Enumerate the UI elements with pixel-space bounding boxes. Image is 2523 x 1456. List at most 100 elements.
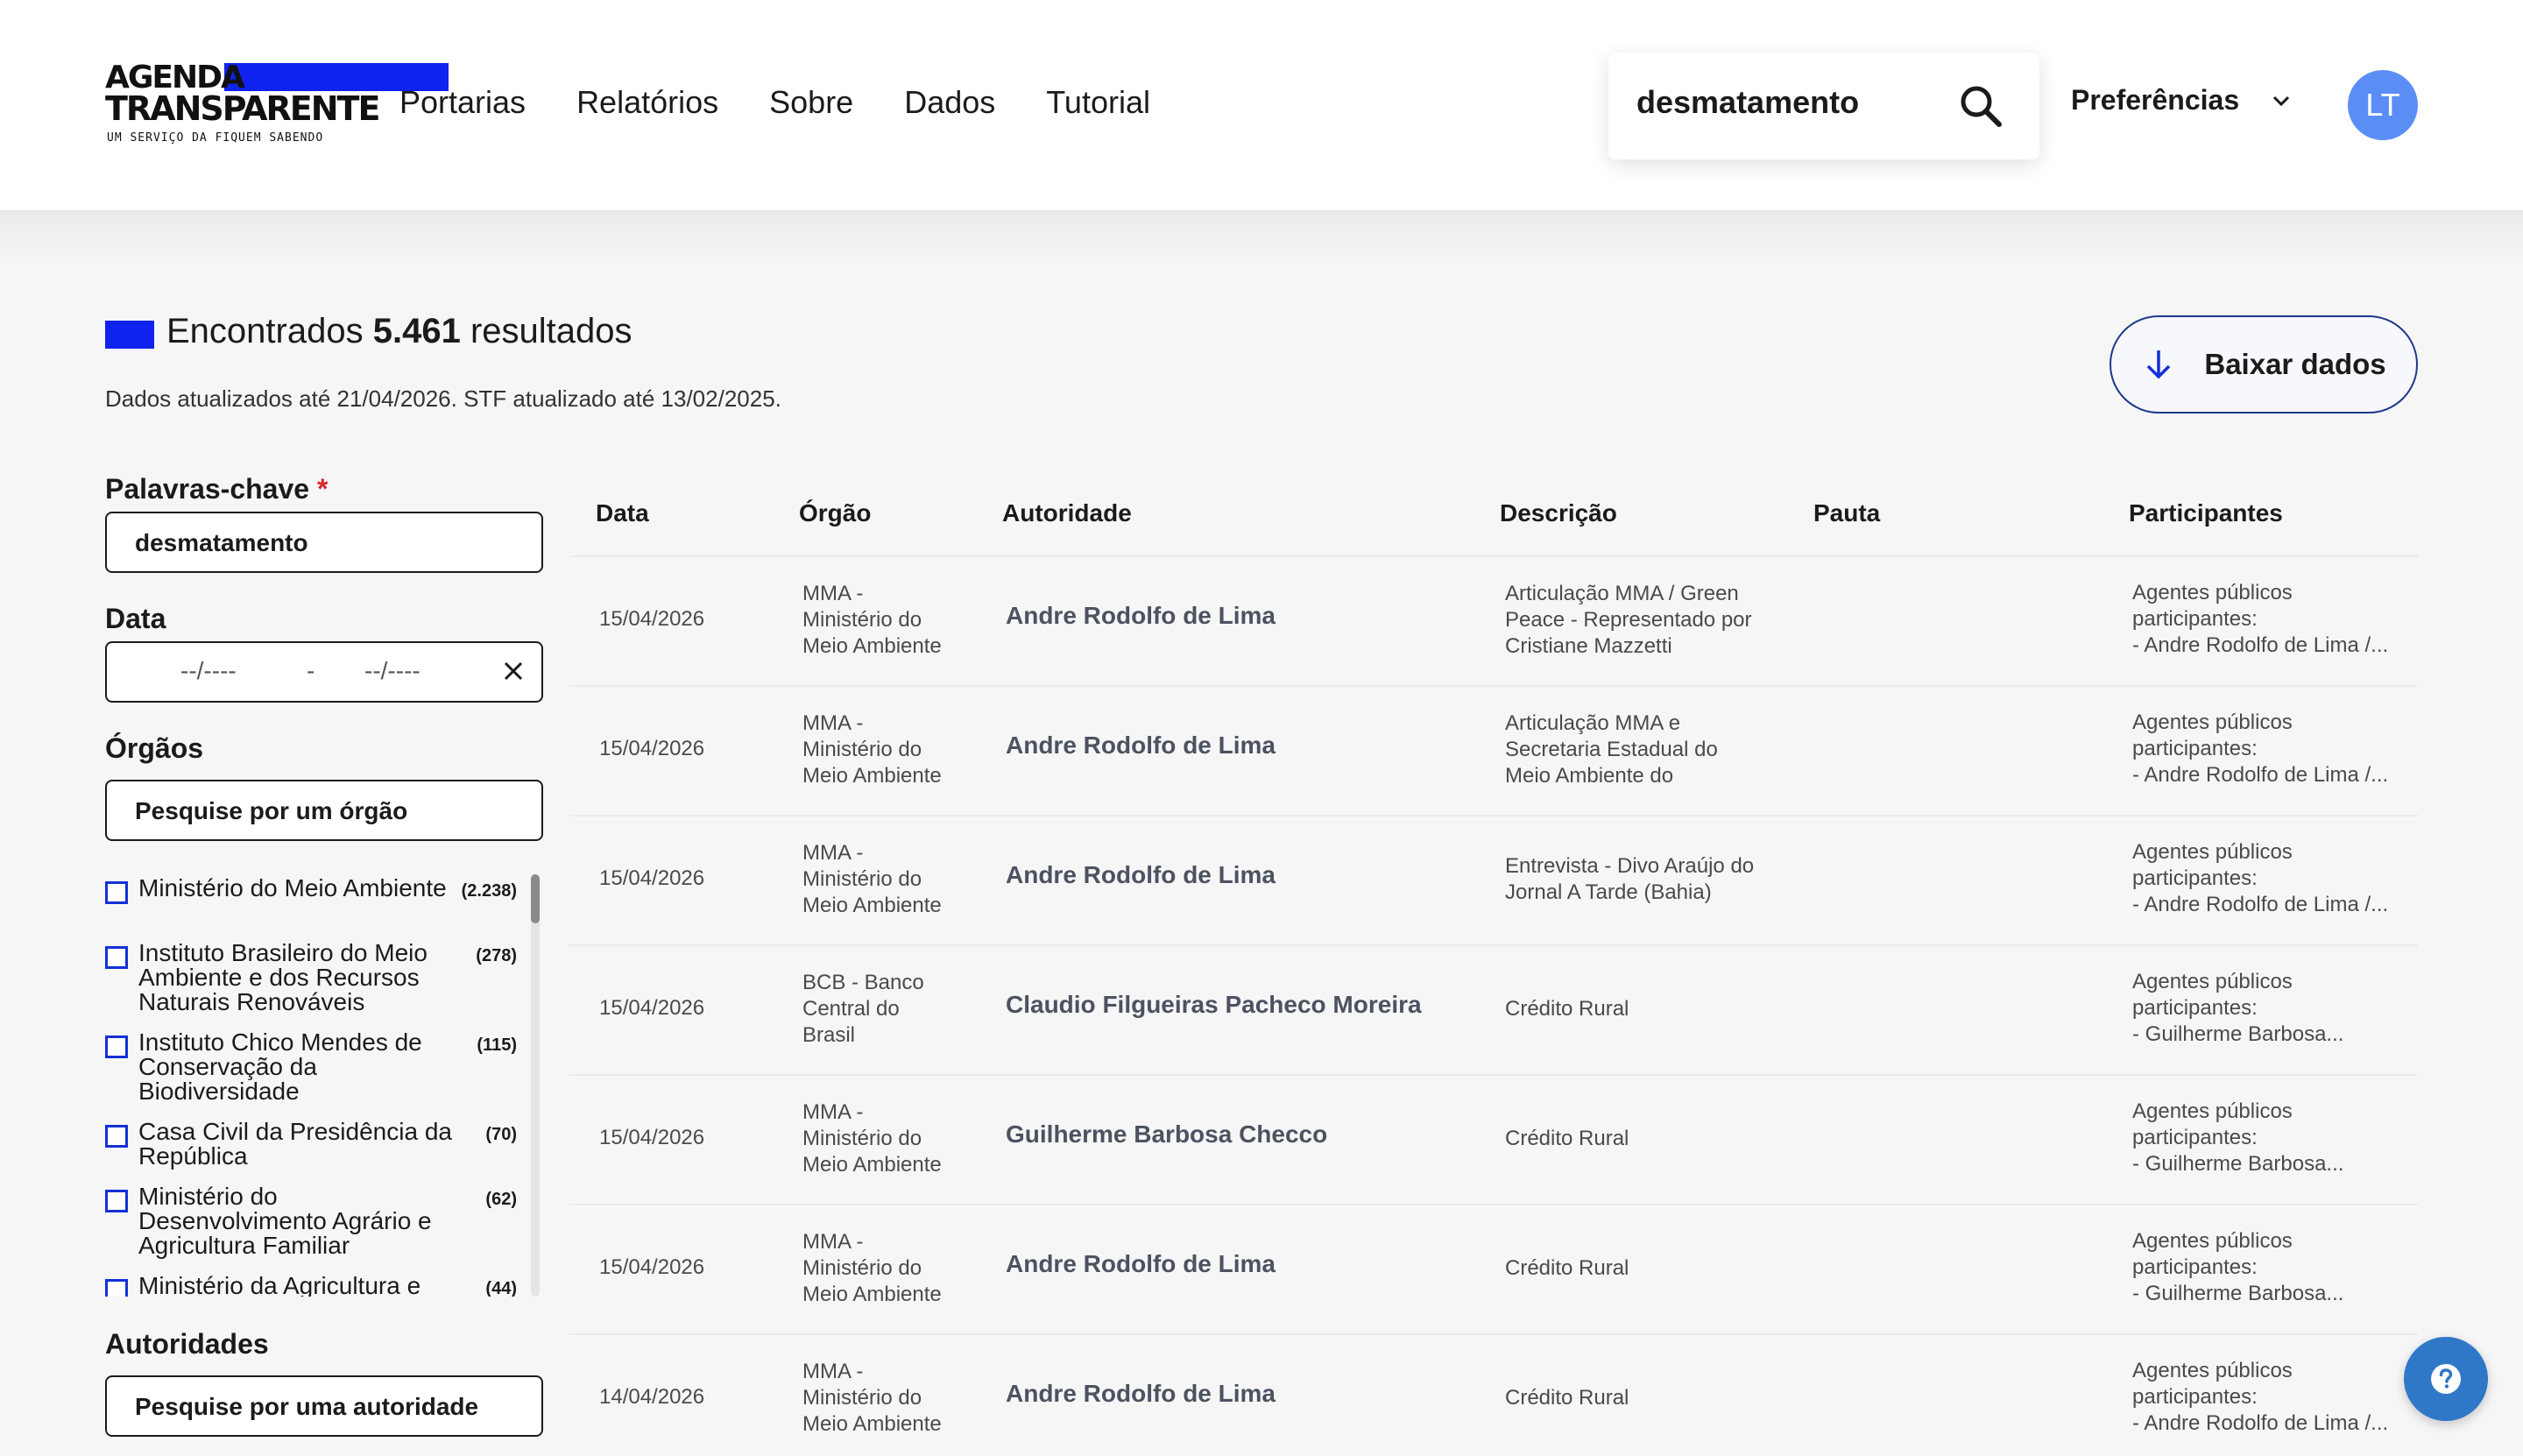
- col-header-description[interactable]: Descrição: [1500, 499, 1617, 527]
- logo-tagline: UM SERVIÇO DA FIQUEM SABENDO: [107, 131, 324, 145]
- cell-authority[interactable]: Andre Rodolfo de Lima: [1006, 1381, 1276, 1407]
- org-option-count: (62): [485, 1190, 517, 1209]
- cell-date: 15/04/2026: [599, 866, 705, 890]
- download-data-button[interactable]: Baixar dados: [2110, 315, 2418, 413]
- cell-participants-line: Agentes públicos: [2132, 1229, 2293, 1253]
- preferences-menu[interactable]: Preferências: [2071, 84, 2292, 117]
- nav-dados[interactable]: Dados: [904, 81, 995, 124]
- checkbox[interactable]: [105, 1125, 128, 1148]
- cell-description-line: Entrevista - Divo Araújo do: [1505, 854, 1755, 878]
- keywords-input[interactable]: desmatamento: [135, 529, 308, 557]
- org-option-count: (70): [485, 1125, 517, 1144]
- keywords-label: Palavras-chave *: [105, 473, 328, 505]
- table-row[interactable]: 15/04/2026 MMA - Ministério do Meio Ambient…: [569, 1074, 2418, 1204]
- date-label: Data: [105, 603, 166, 634]
- date-end-input[interactable]: --/----: [364, 657, 420, 685]
- checkbox[interactable]: [105, 1035, 128, 1058]
- authorities-search-input[interactable]: Pesquise por uma autoridade: [135, 1393, 478, 1421]
- keywords-field[interactable]: desmatamento: [105, 512, 543, 573]
- cell-org-line: Brasil: [802, 1023, 856, 1047]
- cell-authority[interactable]: Andre Rodolfo de Lima: [1006, 1251, 1276, 1277]
- col-header-org[interactable]: Órgão: [799, 499, 871, 527]
- nav-portarias[interactable]: Portarias: [399, 81, 526, 124]
- download-label: Baixar dados: [2204, 348, 2386, 380]
- cell-org-line: MMA -: [802, 711, 864, 735]
- org-option-count: (2.238): [461, 881, 517, 901]
- cell-participants-line: - Guilherme Barbosa...: [2132, 1282, 2344, 1305]
- table-row[interactable]: 15/04/2026 MMA - Ministério do Meio Ambient…: [569, 555, 2418, 685]
- cell-participants-line: - Guilherme Barbosa...: [2132, 1152, 2344, 1176]
- org-option-label: Instituto Brasileiro do Meio Ambiente e …: [138, 939, 428, 1015]
- orgs-search-field[interactable]: Pesquise por um órgão: [105, 780, 543, 841]
- cell-org-line: Ministério do: [802, 867, 922, 891]
- cell-org-line: Meio Ambiente: [802, 634, 942, 658]
- authorities-label: Autoridades: [105, 1328, 269, 1360]
- results-count: Encontrados 5.461 resultados: [166, 312, 633, 351]
- main-nav: Portarias Relatórios Sobre Dados Tutoria…: [399, 81, 1201, 124]
- authorities-search-field[interactable]: Pesquise por uma autoridade: [105, 1375, 543, 1437]
- cell-participants-line: participantes:: [2132, 1255, 2258, 1279]
- cell-org-line: Ministério do: [802, 1256, 922, 1280]
- nav-relatorios[interactable]: Relatórios: [576, 81, 718, 124]
- user-avatar[interactable]: LT: [2348, 70, 2418, 140]
- keywords-label-text: Palavras-chave: [105, 473, 310, 505]
- close-icon[interactable]: [498, 655, 529, 687]
- table-row[interactable]: 14/04/2026 MMA - Ministério do Meio Ambient…: [569, 1333, 2418, 1456]
- cell-participants-line: participantes:: [2132, 996, 2258, 1020]
- cell-org-line: BCB - Banco: [802, 971, 924, 994]
- table-row[interactable]: 15/04/2026 MMA - Ministério do Meio Ambient…: [569, 685, 2418, 815]
- cell-description-line: Jornal A Tarde (Bahia): [1505, 880, 1712, 904]
- cell-org-line: Central do: [802, 997, 900, 1021]
- cell-date: 14/04/2026: [599, 1385, 705, 1409]
- cell-description-line: Articulação MMA e: [1505, 711, 1681, 735]
- nav-sobre[interactable]: Sobre: [769, 81, 853, 124]
- col-header-authority[interactable]: Autoridade: [1002, 499, 1132, 527]
- nav-tutorial[interactable]: Tutorial: [1046, 81, 1150, 124]
- checkbox[interactable]: [105, 881, 128, 904]
- cell-authority[interactable]: Claudio Filgueiras Pacheco Moreira: [1006, 992, 1422, 1018]
- col-header-participants[interactable]: Participantes: [2129, 499, 2283, 527]
- cell-description-line: Crédito Rural: [1505, 1256, 1629, 1280]
- cell-authority[interactable]: Guilherme Barbosa Checco: [1006, 1121, 1327, 1148]
- search-input[interactable]: desmatamento: [1636, 84, 1859, 121]
- table-row[interactable]: 15/04/2026 MMA - Ministério do Meio Ambient…: [569, 1204, 2418, 1333]
- cell-org-line: Meio Ambiente: [802, 1283, 942, 1306]
- cell-date: 15/04/2026: [599, 1126, 705, 1149]
- orgs-search-input[interactable]: Pesquise por um órgão: [135, 797, 407, 825]
- cell-org-line: Ministério do: [802, 1386, 922, 1410]
- cell-participants-line: - Andre Rodolfo de Lima /...: [2132, 893, 2389, 916]
- cell-participants: Agentes públicos participantes: - Andre Ro…: [2132, 580, 2413, 659]
- checkbox[interactable]: [105, 1190, 128, 1212]
- cell-authority[interactable]: Andre Rodolfo de Lima: [1006, 862, 1276, 888]
- header-shadow: [0, 210, 2523, 263]
- scrollbar-thumb[interactable]: [531, 874, 540, 923]
- col-header-pauta[interactable]: Pauta: [1813, 499, 1880, 527]
- cell-participants-line: participantes:: [2132, 866, 2258, 890]
- orgs-checkbox-list[interactable]: Ministério do Meio Ambiente (2.238) Inst…: [105, 874, 543, 1297]
- org-option-label: Ministério da Agricultura e: [138, 1272, 421, 1297]
- cell-participants: Agentes públicos participantes: - Guilherm…: [2132, 1099, 2413, 1177]
- cell-org-line: MMA -: [802, 841, 864, 865]
- cell-authority[interactable]: Andre Rodolfo de Lima: [1006, 732, 1276, 759]
- search-icon[interactable]: [1957, 82, 2004, 130]
- checkbox[interactable]: [105, 1279, 128, 1297]
- cell-participants-line: - Andre Rodolfo de Lima /...: [2132, 633, 2389, 657]
- agenda-transparente-logo[interactable]: AGENDA TRANSPARENTE UM SERVIÇO DA FIQUEM…: [105, 61, 449, 149]
- cell-date: 15/04/2026: [599, 607, 705, 631]
- date-start-input[interactable]: --/----: [180, 657, 237, 685]
- table-row[interactable]: 15/04/2026 BCB - Banco Central do Brasil Cla…: [569, 944, 2418, 1074]
- cell-description: Crédito Rural: [1505, 1126, 1777, 1152]
- checkbox[interactable]: [105, 946, 128, 969]
- date-separator: -: [307, 657, 315, 684]
- cell-participants-line: - Andre Rodolfo de Lima /...: [2132, 1411, 2389, 1435]
- col-header-date[interactable]: Data: [596, 499, 649, 527]
- cell-participants-line: Agentes públicos: [2132, 710, 2293, 734]
- cell-authority[interactable]: Andre Rodolfo de Lima: [1006, 603, 1276, 629]
- orgs-scrollbar[interactable]: [531, 874, 540, 1297]
- cell-participants-line: Agentes públicos: [2132, 1099, 2293, 1123]
- help-button[interactable]: [2404, 1337, 2488, 1421]
- header-search[interactable]: desmatamento: [1608, 53, 2039, 159]
- table-row[interactable]: 15/04/2026 MMA - Ministério do Meio Ambient…: [569, 815, 2418, 944]
- org-option-count: (44): [485, 1279, 517, 1297]
- cell-org-line: Ministério do: [802, 608, 922, 632]
